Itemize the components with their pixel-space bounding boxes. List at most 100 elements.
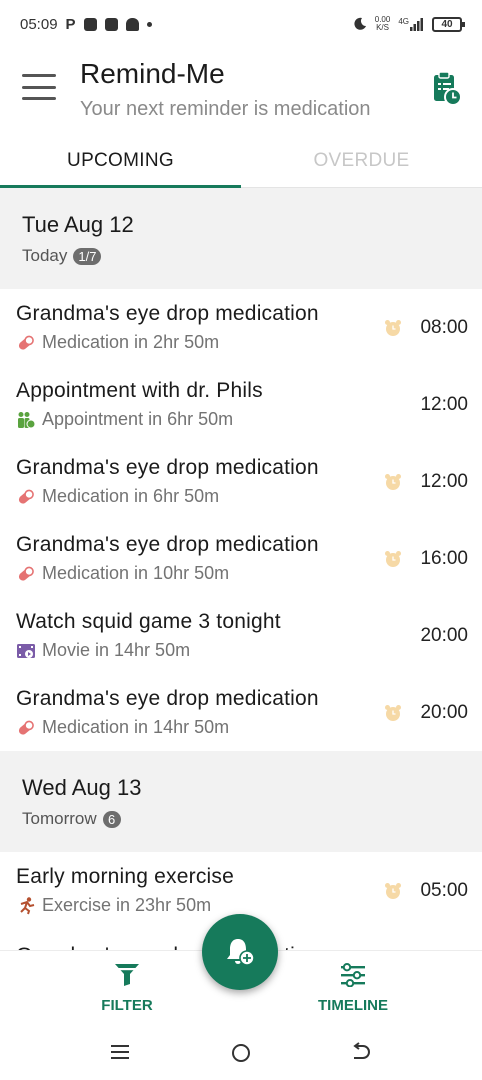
tab-bar: UPCOMING OVERDUE [0,134,482,188]
reminder-title: Appointment with dr. Phils [16,379,263,402]
android-icon [125,17,139,31]
carrier-letter: P [65,15,76,33]
day-header: Tue Aug 12 Today 1/7 [0,188,482,289]
back-icon[interactable] [350,1042,372,1062]
day-relative: Tomorrow [22,809,97,828]
reminder-subtitle: Appointment in 6hr 50m [16,409,414,430]
app-subtitle: Your next reminder is medication [80,98,371,120]
reminder-item[interactable]: Watch squid game 3 tonight Movie in 14hr … [0,597,482,674]
reminder-title: Grandma's eye drop medication [16,533,319,556]
reminder-time: 20:00 [420,624,468,646]
reminder-title: Grandma's eye drop medication [16,302,319,325]
tab-overdue-label: OVERDUE [313,149,410,171]
medication-icon [16,488,36,506]
reminder-item[interactable]: Grandma's eye drop medication Medication … [0,289,482,366]
reminder-subtitle: Medication in 6hr 50m [16,486,384,507]
signal-bars-icon [410,17,423,31]
reminder-countdown: Movie in 14hr 50m [42,640,191,660]
day-count-badge: 6 [102,810,121,828]
reminder-time: 12:00 [420,393,468,415]
reminder-time: 08:00 [420,316,468,338]
reminder-content: Grandma's eye drop medication Medication … [16,533,384,584]
signal-indicator: 4G [398,16,424,31]
image-notification-icon [83,17,97,31]
filter-button[interactable]: FILTER [67,963,187,1014]
alarm-clock-icon[interactable] [384,473,402,491]
reminder-countdown: Medication in 2hr 50m [42,332,220,352]
reminder-countdown: Medication in 14hr 50m [42,717,230,737]
recent-apps-icon[interactable] [110,1042,130,1062]
alarm-clock-icon[interactable] [384,704,402,722]
day-subtitle: Today 1/7 [22,246,460,266]
reminder-list[interactable]: Tue Aug 12 Today 1/7 Grandma's eye drop med… [0,188,482,950]
day-header: Wed Aug 13 Tomorrow 6 [0,751,482,852]
reminder-time: 16:00 [420,547,468,569]
reminder-content: Grandma's eye drop medication Medication … [16,687,384,738]
reminder-subtitle: Movie in 14hr 50m [16,640,414,661]
reminder-time: 05:00 [420,879,468,901]
reminder-content: Grandma's eye drop medication Medication … [16,302,384,353]
tab-upcoming-label: UPCOMING [67,149,174,171]
reminder-countdown: Appointment in 6hr 50m [42,409,234,429]
battery-icon: 40 [432,16,465,32]
reminder-subtitle: Medication in 14hr 50m [16,717,384,738]
reminder-item[interactable]: Grandma's eye drop medication Medication … [0,443,482,520]
day-subtitle: Tomorrow 6 [22,809,460,829]
net-speed: 0.00 K/S [375,16,391,32]
filter-icon [115,964,139,986]
reminder-countdown: Medication in 6hr 50m [42,486,220,506]
system-nav-bar [0,1026,482,1080]
reminder-time: 20:00 [420,701,468,723]
exercise-icon [16,896,36,915]
net-speed-unit: K/S [376,23,389,32]
clipboard-clock-icon[interactable] [432,70,462,106]
status-time: 05:09 [20,15,58,33]
reminder-countdown: Exercise in 23hr 50m [42,895,212,915]
reminder-content: Grandma's eye drop medication Medication … [16,456,384,507]
reminder-content: Watch squid game 3 tonight Movie in 14hr … [16,610,414,661]
reminder-title: Grandma's eye drop medication [16,456,319,479]
alarm-clock-icon[interactable] [384,319,402,337]
more-notifications-dot [146,21,152,27]
day-count-badge: 1/7 [73,247,102,265]
reminder-content: Appointment with dr. Phils Appointment in… [16,379,414,430]
tab-overdue[interactable]: OVERDUE [241,134,482,187]
reminder-item[interactable]: Appointment with dr. Phils Appointment in… [0,366,482,443]
status-bar: 05:09 P 0.00 K/S 4G 40 [0,0,482,48]
app-bar: Remind-Me Your next reminder is medicati… [0,48,482,134]
reminder-item[interactable]: Grandma's eye drop medication Medication … [0,674,482,751]
reminder-title: Early morning exercise [16,865,234,888]
home-icon[interactable] [230,1042,252,1064]
reminder-item[interactable]: Grandma's eye drop medication Medication … [0,520,482,597]
timeline-button[interactable]: TIMELINE [293,963,413,1014]
app-title: Remind-Me [80,58,225,89]
add-reminder-fab[interactable] [202,914,278,990]
reminder-subtitle: Exercise in 23hr 50m [16,895,384,916]
battery-level: 40 [441,18,453,30]
reminder-title: Grandma's eye drop medication [16,687,319,710]
reminder-subtitle: Medication in 10hr 50m [16,563,384,584]
alarm-clock-icon[interactable] [384,882,402,900]
menu-button[interactable] [22,72,56,102]
filter-label: FILTER [101,997,153,1014]
day-relative: Today [22,246,68,265]
tab-upcoming[interactable]: UPCOMING [0,134,241,188]
timeline-label: TIMELINE [318,997,388,1014]
medication-icon [16,719,36,737]
reminder-time: 12:00 [420,470,468,492]
medication-icon [16,565,36,583]
do-not-disturb-moon-icon [354,17,366,30]
notification-icon [104,17,118,31]
reminder-title: Watch squid game 3 tonight [16,610,281,633]
day-title: Tue Aug 12 [22,212,134,237]
menu-icon [22,74,56,77]
reminder-content: Early morning exercise Exercise in 23hr 5… [16,865,384,916]
timeline-icon [341,963,365,987]
day-title: Wed Aug 13 [22,775,142,800]
appointment-icon [16,411,36,429]
network-type: 4G [398,16,409,26]
movie-icon [16,642,36,660]
alarm-clock-icon[interactable] [384,550,402,568]
medication-icon [16,334,36,352]
reminder-subtitle: Medication in 2hr 50m [16,332,384,353]
